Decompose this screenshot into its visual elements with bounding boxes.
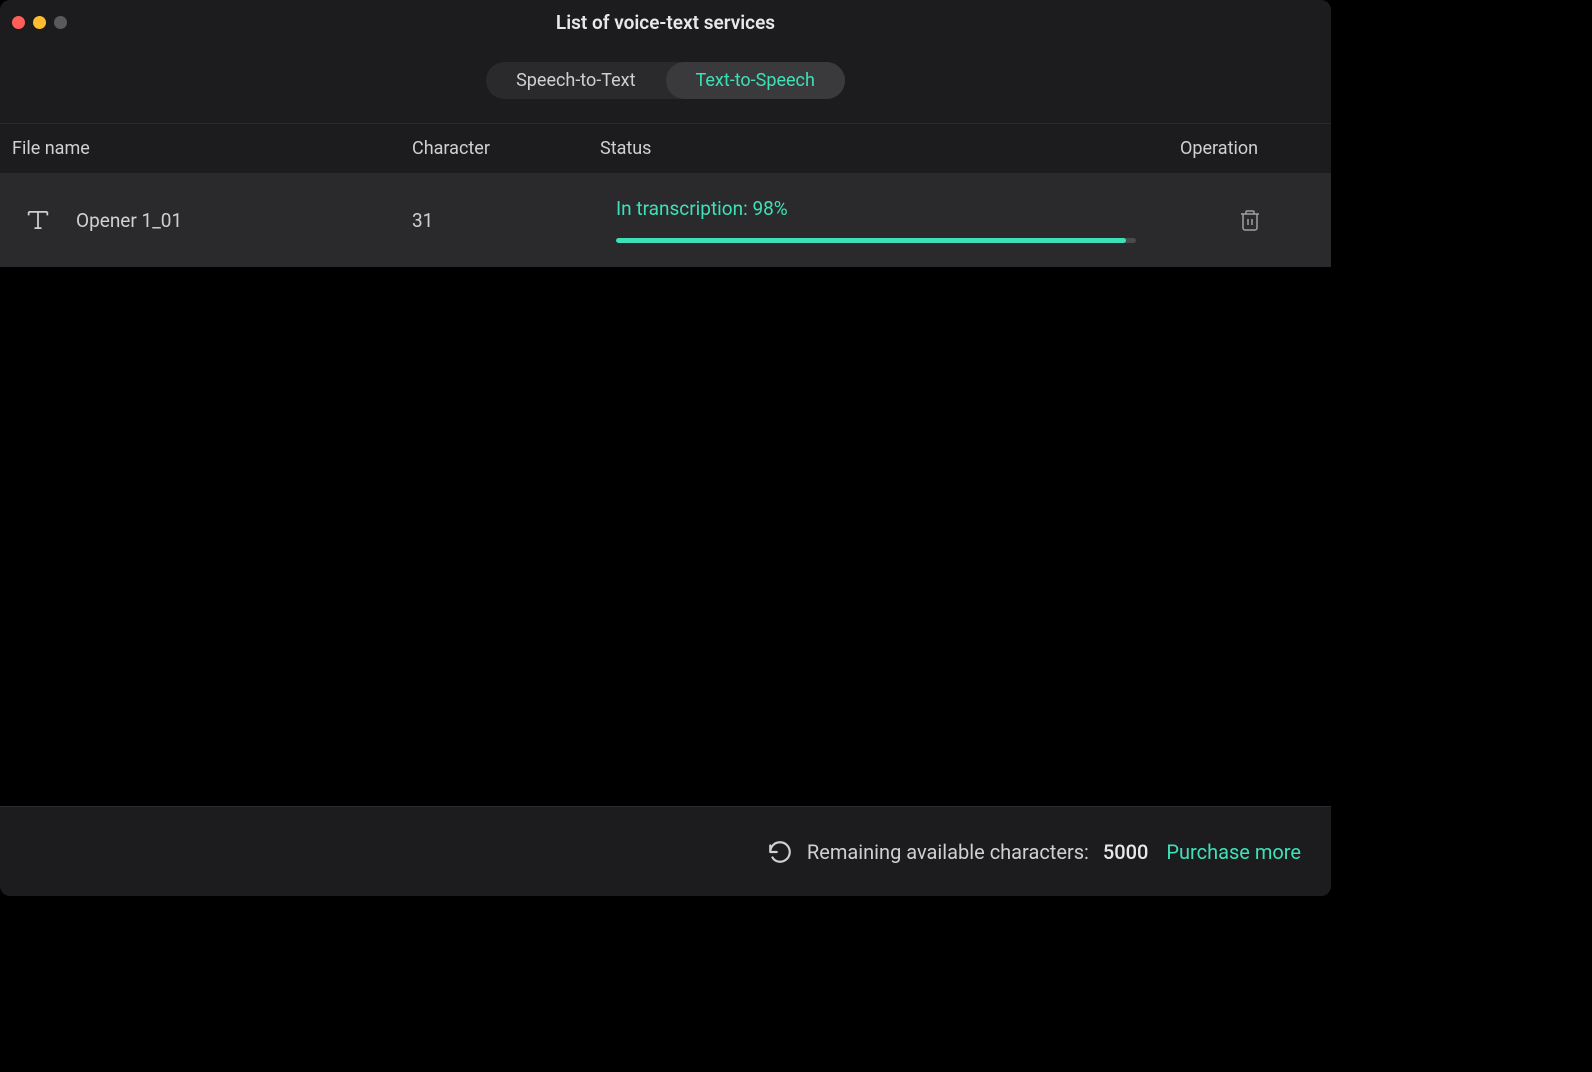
cell-character: 31 <box>400 209 588 232</box>
progress-fill <box>616 238 1126 243</box>
table-body: Opener 1_01 31 In transcription: 98% <box>0 173 1331 806</box>
cell-operation <box>1168 208 1331 232</box>
tab-group: Speech-to-Text Text-to-Speech <box>486 62 845 99</box>
remaining-label: Remaining available characters: <box>807 840 1089 864</box>
maximize-button[interactable] <box>54 16 67 29</box>
status-text: In transcription: 98% <box>616 197 1168 220</box>
cell-filename: Opener 1_01 <box>0 206 400 234</box>
refresh-icon[interactable] <box>767 839 793 865</box>
trash-icon[interactable] <box>1238 208 1262 232</box>
close-button[interactable] <box>12 16 25 29</box>
column-header-filename: File name <box>0 138 400 159</box>
tab-speech-to-text[interactable]: Speech-to-Text <box>486 62 665 99</box>
column-header-operation: Operation <box>1168 138 1331 159</box>
tab-bar: Speech-to-Text Text-to-Speech <box>0 44 1331 123</box>
titlebar: List of voice-text services <box>0 0 1331 44</box>
tab-text-to-speech[interactable]: Text-to-Speech <box>666 62 845 99</box>
column-header-status: Status <box>588 138 1168 159</box>
progress-bar <box>616 238 1136 243</box>
voice-text-window: List of voice-text services Speech-to-Te… <box>0 0 1331 896</box>
minimize-button[interactable] <box>33 16 46 29</box>
purchase-more-link[interactable]: Purchase more <box>1166 840 1301 864</box>
traffic-lights <box>0 16 67 29</box>
text-icon <box>24 206 52 234</box>
remaining-count: 5000 <box>1103 840 1148 864</box>
cell-status: In transcription: 98% <box>588 197 1168 243</box>
footer: Remaining available characters: 5000 Pur… <box>0 806 1331 896</box>
window-title: List of voice-text services <box>556 11 775 34</box>
table-row: Opener 1_01 31 In transcription: 98% <box>0 173 1331 267</box>
column-header-character: Character <box>400 138 588 159</box>
filename-text: Opener 1_01 <box>76 209 182 232</box>
table-header: File name Character Status Operation <box>0 123 1331 173</box>
